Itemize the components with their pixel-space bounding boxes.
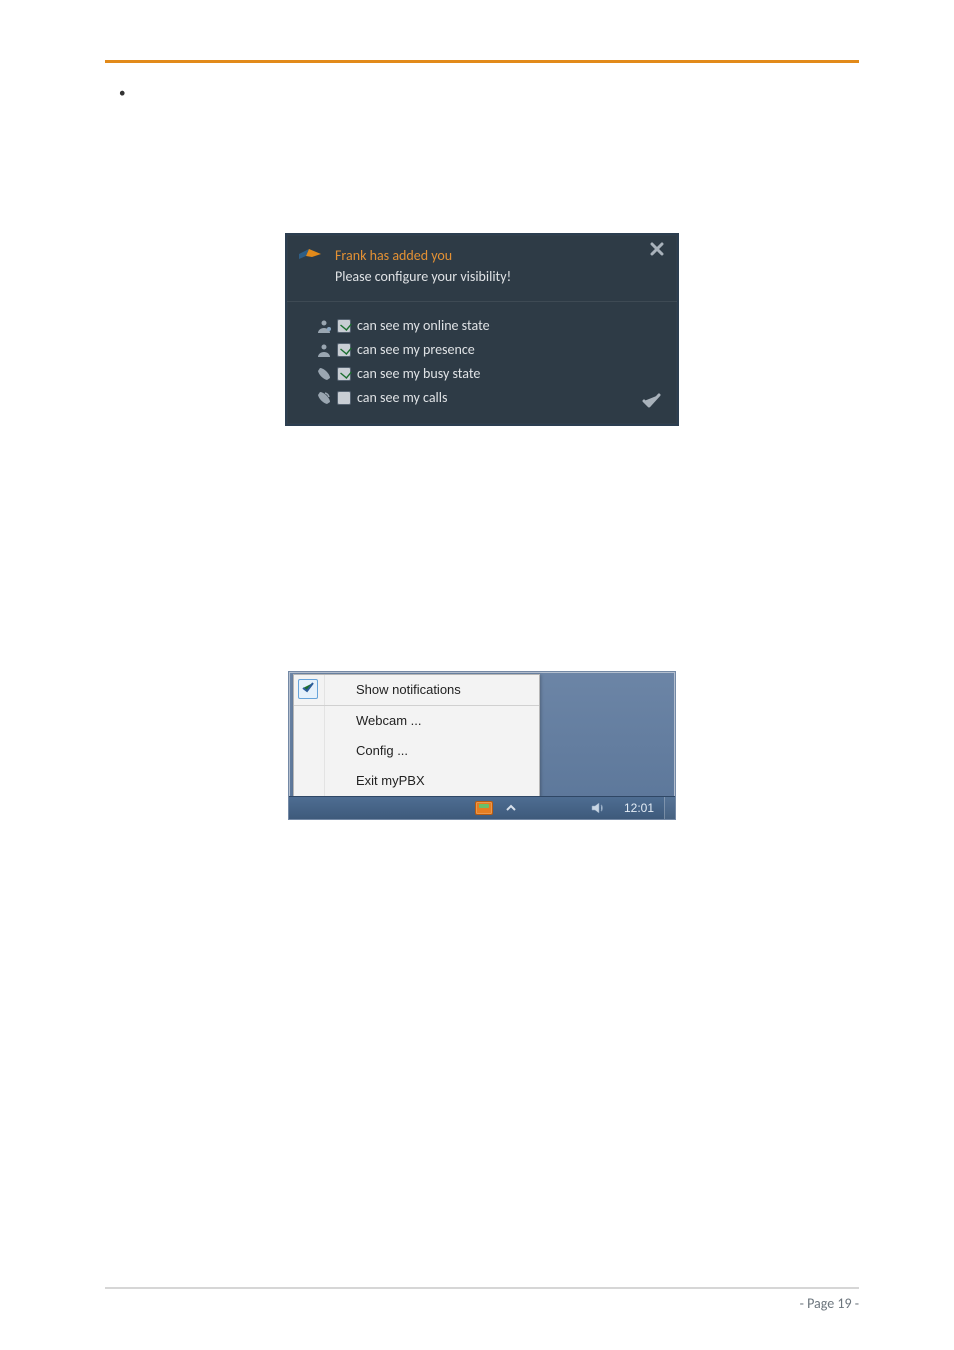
tray-icons-left bbox=[475, 797, 527, 819]
menu-item-label: Webcam ... bbox=[356, 713, 422, 728]
document-page: Frank has added you Please configure you… bbox=[0, 0, 954, 1350]
option-online-state[interactable]: can see my online state bbox=[315, 314, 667, 338]
clock[interactable]: 12:01 bbox=[614, 801, 664, 815]
option-label: can see my presence bbox=[357, 341, 475, 358]
footer-line: - Page 19 - bbox=[105, 1295, 859, 1312]
phone-icon bbox=[315, 365, 333, 383]
footer-rule bbox=[105, 1287, 859, 1289]
toast-figure: Frank has added you Please configure you… bbox=[105, 233, 859, 426]
checkbox[interactable] bbox=[337, 319, 351, 333]
menu-item-label: Show notifications bbox=[356, 682, 461, 697]
document-body: Frank has added you Please configure you… bbox=[0, 0, 954, 825]
header-orange-rule bbox=[105, 60, 859, 63]
page-footer: - Page 19 - bbox=[105, 1287, 859, 1312]
option-calls[interactable]: can see my calls bbox=[315, 386, 667, 410]
checkbox[interactable] bbox=[337, 367, 351, 381]
spacer bbox=[105, 426, 859, 671]
presence-icon bbox=[315, 341, 333, 359]
app-tray-icon[interactable] bbox=[475, 801, 493, 815]
tray-screenshot: Show notifications Webcam ... Config ... bbox=[288, 671, 676, 820]
option-label: can see my calls bbox=[357, 389, 447, 406]
visibility-toast: Frank has added you Please configure you… bbox=[285, 233, 679, 426]
toast-header: Frank has added you Please configure you… bbox=[287, 235, 677, 297]
menu-item-show-notifications[interactable]: Show notifications bbox=[294, 675, 539, 705]
menu-item-config[interactable]: Config ... bbox=[294, 736, 539, 766]
tray-figure: Show notifications Webcam ... Config ... bbox=[105, 671, 859, 825]
toast-separator bbox=[287, 301, 677, 302]
option-label: can see my online state bbox=[357, 317, 490, 334]
context-menu: Show notifications Webcam ... Config ... bbox=[293, 674, 540, 797]
option-presence[interactable]: can see my presence bbox=[315, 338, 667, 362]
menu-item-label: Config ... bbox=[356, 743, 408, 758]
close-button[interactable] bbox=[643, 241, 671, 269]
menu-item-label: Exit myPBX bbox=[356, 773, 425, 788]
volume-icon[interactable] bbox=[588, 798, 608, 818]
option-label: can see my busy state bbox=[357, 365, 480, 382]
show-desktop-button[interactable] bbox=[664, 797, 675, 819]
toast-options: can see my online state can see my prese… bbox=[287, 306, 677, 424]
footer-page-number: - Page 19 - bbox=[800, 1295, 859, 1312]
taskbar: 12:01 bbox=[289, 796, 675, 819]
plane-icon bbox=[297, 247, 323, 265]
option-busy-state[interactable]: can see my busy state bbox=[315, 362, 667, 386]
menu-gutter bbox=[296, 766, 325, 796]
user-icon bbox=[315, 317, 333, 335]
checkbox[interactable] bbox=[337, 343, 351, 357]
tray-right: 12:01 bbox=[588, 797, 675, 819]
accept-button[interactable] bbox=[641, 390, 669, 418]
menu-item-webcam[interactable]: Webcam ... bbox=[294, 705, 539, 736]
toast-subtitle: Please configure your visibility! bbox=[335, 267, 637, 287]
toast-title: Frank has added you bbox=[335, 247, 637, 265]
chevron-up-icon[interactable] bbox=[501, 798, 521, 818]
menu-item-exit[interactable]: Exit myPBX bbox=[294, 766, 539, 796]
menu-gutter bbox=[296, 736, 325, 766]
calls-icon bbox=[315, 389, 333, 407]
menu-gutter bbox=[296, 706, 325, 736]
tray-desktop-area: Show notifications Webcam ... Config ... bbox=[289, 672, 675, 796]
checkbox[interactable] bbox=[337, 391, 351, 405]
spacer bbox=[105, 83, 859, 233]
check-icon bbox=[298, 679, 318, 699]
